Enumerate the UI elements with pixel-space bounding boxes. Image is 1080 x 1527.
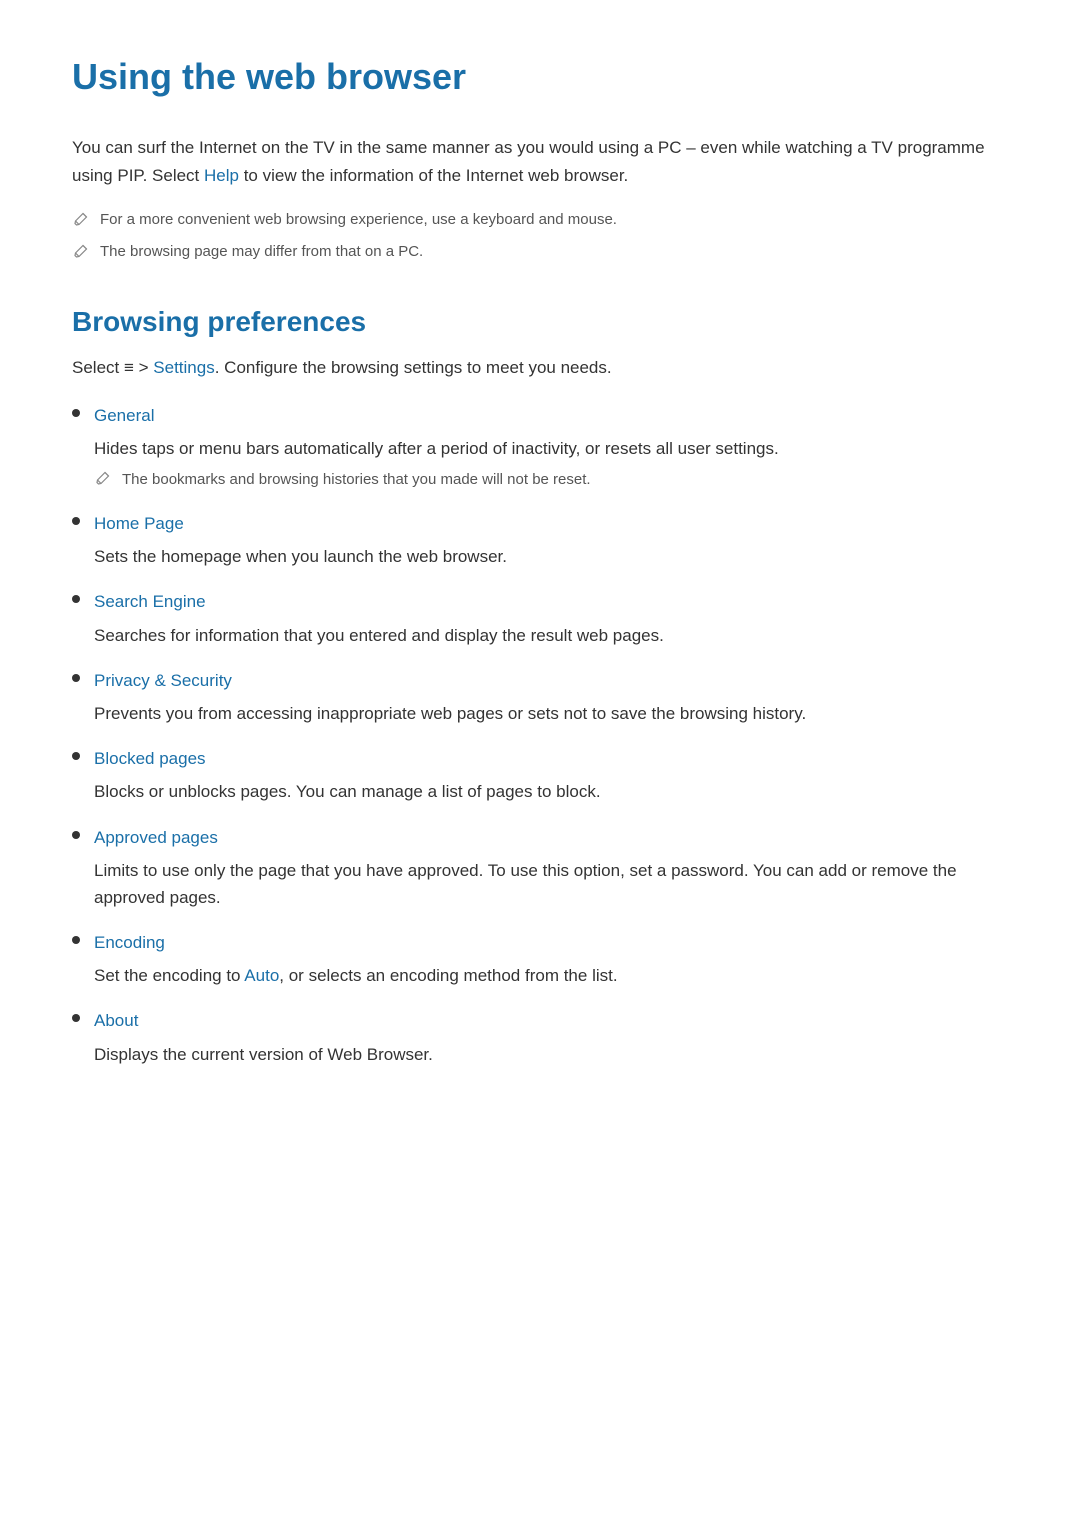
pencil-icon-1 <box>72 210 90 228</box>
bullet-desc-privacy: Prevents you from accessing inappropriat… <box>94 700 1008 727</box>
intro-paragraph: You can surf the Internet on the TV in t… <box>72 134 1008 190</box>
bullet-dot <box>72 517 80 525</box>
bullet-desc-encoding: Set the encoding to Auto, or selects an … <box>94 962 1008 989</box>
bullet-row-search-engine: Search Engine <box>72 588 1008 615</box>
section-intro-before: Select <box>72 358 124 377</box>
bullet-label-privacy: Privacy & Security <box>94 667 232 694</box>
bullet-dot <box>72 674 80 682</box>
pencil-icon-2 <box>72 242 90 260</box>
bullet-dot <box>72 595 80 603</box>
section-title: Browsing preferences <box>72 300 1008 345</box>
bullet-dot <box>72 1014 80 1022</box>
bullet-row-encoding: Encoding <box>72 929 1008 956</box>
note-text-1: For a more convenient web browsing exper… <box>100 208 617 232</box>
bullet-note-text-general: The bookmarks and browsing histories tha… <box>122 468 591 492</box>
bullet-item-homepage: Home Page Sets the homepage when you lau… <box>72 510 1008 570</box>
bullet-label-blocked-pages: Blocked pages <box>94 745 206 772</box>
bullet-row-approved-pages: Approved pages <box>72 824 1008 851</box>
help-link[interactable]: Help <box>204 166 239 185</box>
settings-link[interactable]: Settings <box>153 358 214 377</box>
page-title: Using the web browser <box>72 48 1008 106</box>
bullet-dot <box>72 752 80 760</box>
bullet-label-encoding: Encoding <box>94 929 165 956</box>
bullet-item-encoding: Encoding Set the encoding to Auto, or se… <box>72 929 1008 989</box>
bullet-item-approved-pages: Approved pages Limits to use only the pa… <box>72 824 1008 912</box>
bullet-row-privacy: Privacy & Security <box>72 667 1008 694</box>
bullet-label-general: General <box>94 402 154 429</box>
menu-icon: ≡ <box>124 358 134 377</box>
bullet-dot <box>72 409 80 417</box>
bullet-label-about: About <box>94 1007 138 1034</box>
bullet-row-blocked-pages: Blocked pages <box>72 745 1008 772</box>
intro-notes: For a more convenient web browsing exper… <box>72 208 1008 264</box>
bullet-item-general: General Hides taps or menu bars automati… <box>72 402 1008 492</box>
bullet-item-privacy: Privacy & Security Prevents you from acc… <box>72 667 1008 727</box>
bullet-note-general: The bookmarks and browsing histories tha… <box>94 468 1008 492</box>
section-intro-middle: > <box>134 358 153 377</box>
auto-link[interactable]: Auto <box>244 966 279 985</box>
note-item-1: For a more convenient web browsing exper… <box>72 208 1008 232</box>
bullet-dot <box>72 831 80 839</box>
bullet-desc-blocked-pages: Blocks or unblocks pages. You can manage… <box>94 778 1008 805</box>
bullet-label-approved-pages: Approved pages <box>94 824 218 851</box>
bullet-label-search-engine: Search Engine <box>94 588 206 615</box>
bullet-row-general: General <box>72 402 1008 429</box>
bullet-desc-search-engine: Searches for information that you entere… <box>94 622 1008 649</box>
bullet-item-search-engine: Search Engine Searches for information t… <box>72 588 1008 648</box>
bullet-row-about: About <box>72 1007 1008 1034</box>
bullet-row-homepage: Home Page <box>72 510 1008 537</box>
note-item-2: The browsing page may differ from that o… <box>72 240 1008 264</box>
section-intro-after: . Configure the browsing settings to mee… <box>215 358 612 377</box>
intro-text-after: to view the information of the Internet … <box>239 166 628 185</box>
bullet-item-about: About Displays the current version of We… <box>72 1007 1008 1067</box>
bullet-list: General Hides taps or menu bars automati… <box>72 402 1008 1068</box>
pencil-icon-note <box>94 469 112 487</box>
bullet-item-blocked-pages: Blocked pages Blocks or unblocks pages. … <box>72 745 1008 805</box>
bullet-desc-approved-pages: Limits to use only the page that you hav… <box>94 857 1008 911</box>
encoding-desc-before: Set the encoding to <box>94 966 244 985</box>
bullet-desc-about: Displays the current version of Web Brow… <box>94 1041 1008 1068</box>
note-text-2: The browsing page may differ from that o… <box>100 240 423 264</box>
bullet-label-homepage: Home Page <box>94 510 184 537</box>
bullet-desc-general: Hides taps or menu bars automatically af… <box>94 435 1008 462</box>
section-intro: Select ≡ > Settings. Configure the brows… <box>72 354 1008 381</box>
browsing-preferences-section: Browsing preferences Select ≡ > Settings… <box>72 300 1008 1068</box>
bullet-desc-homepage: Sets the homepage when you launch the we… <box>94 543 1008 570</box>
bullet-dot <box>72 936 80 944</box>
encoding-desc-after: , or selects an encoding method from the… <box>279 966 617 985</box>
